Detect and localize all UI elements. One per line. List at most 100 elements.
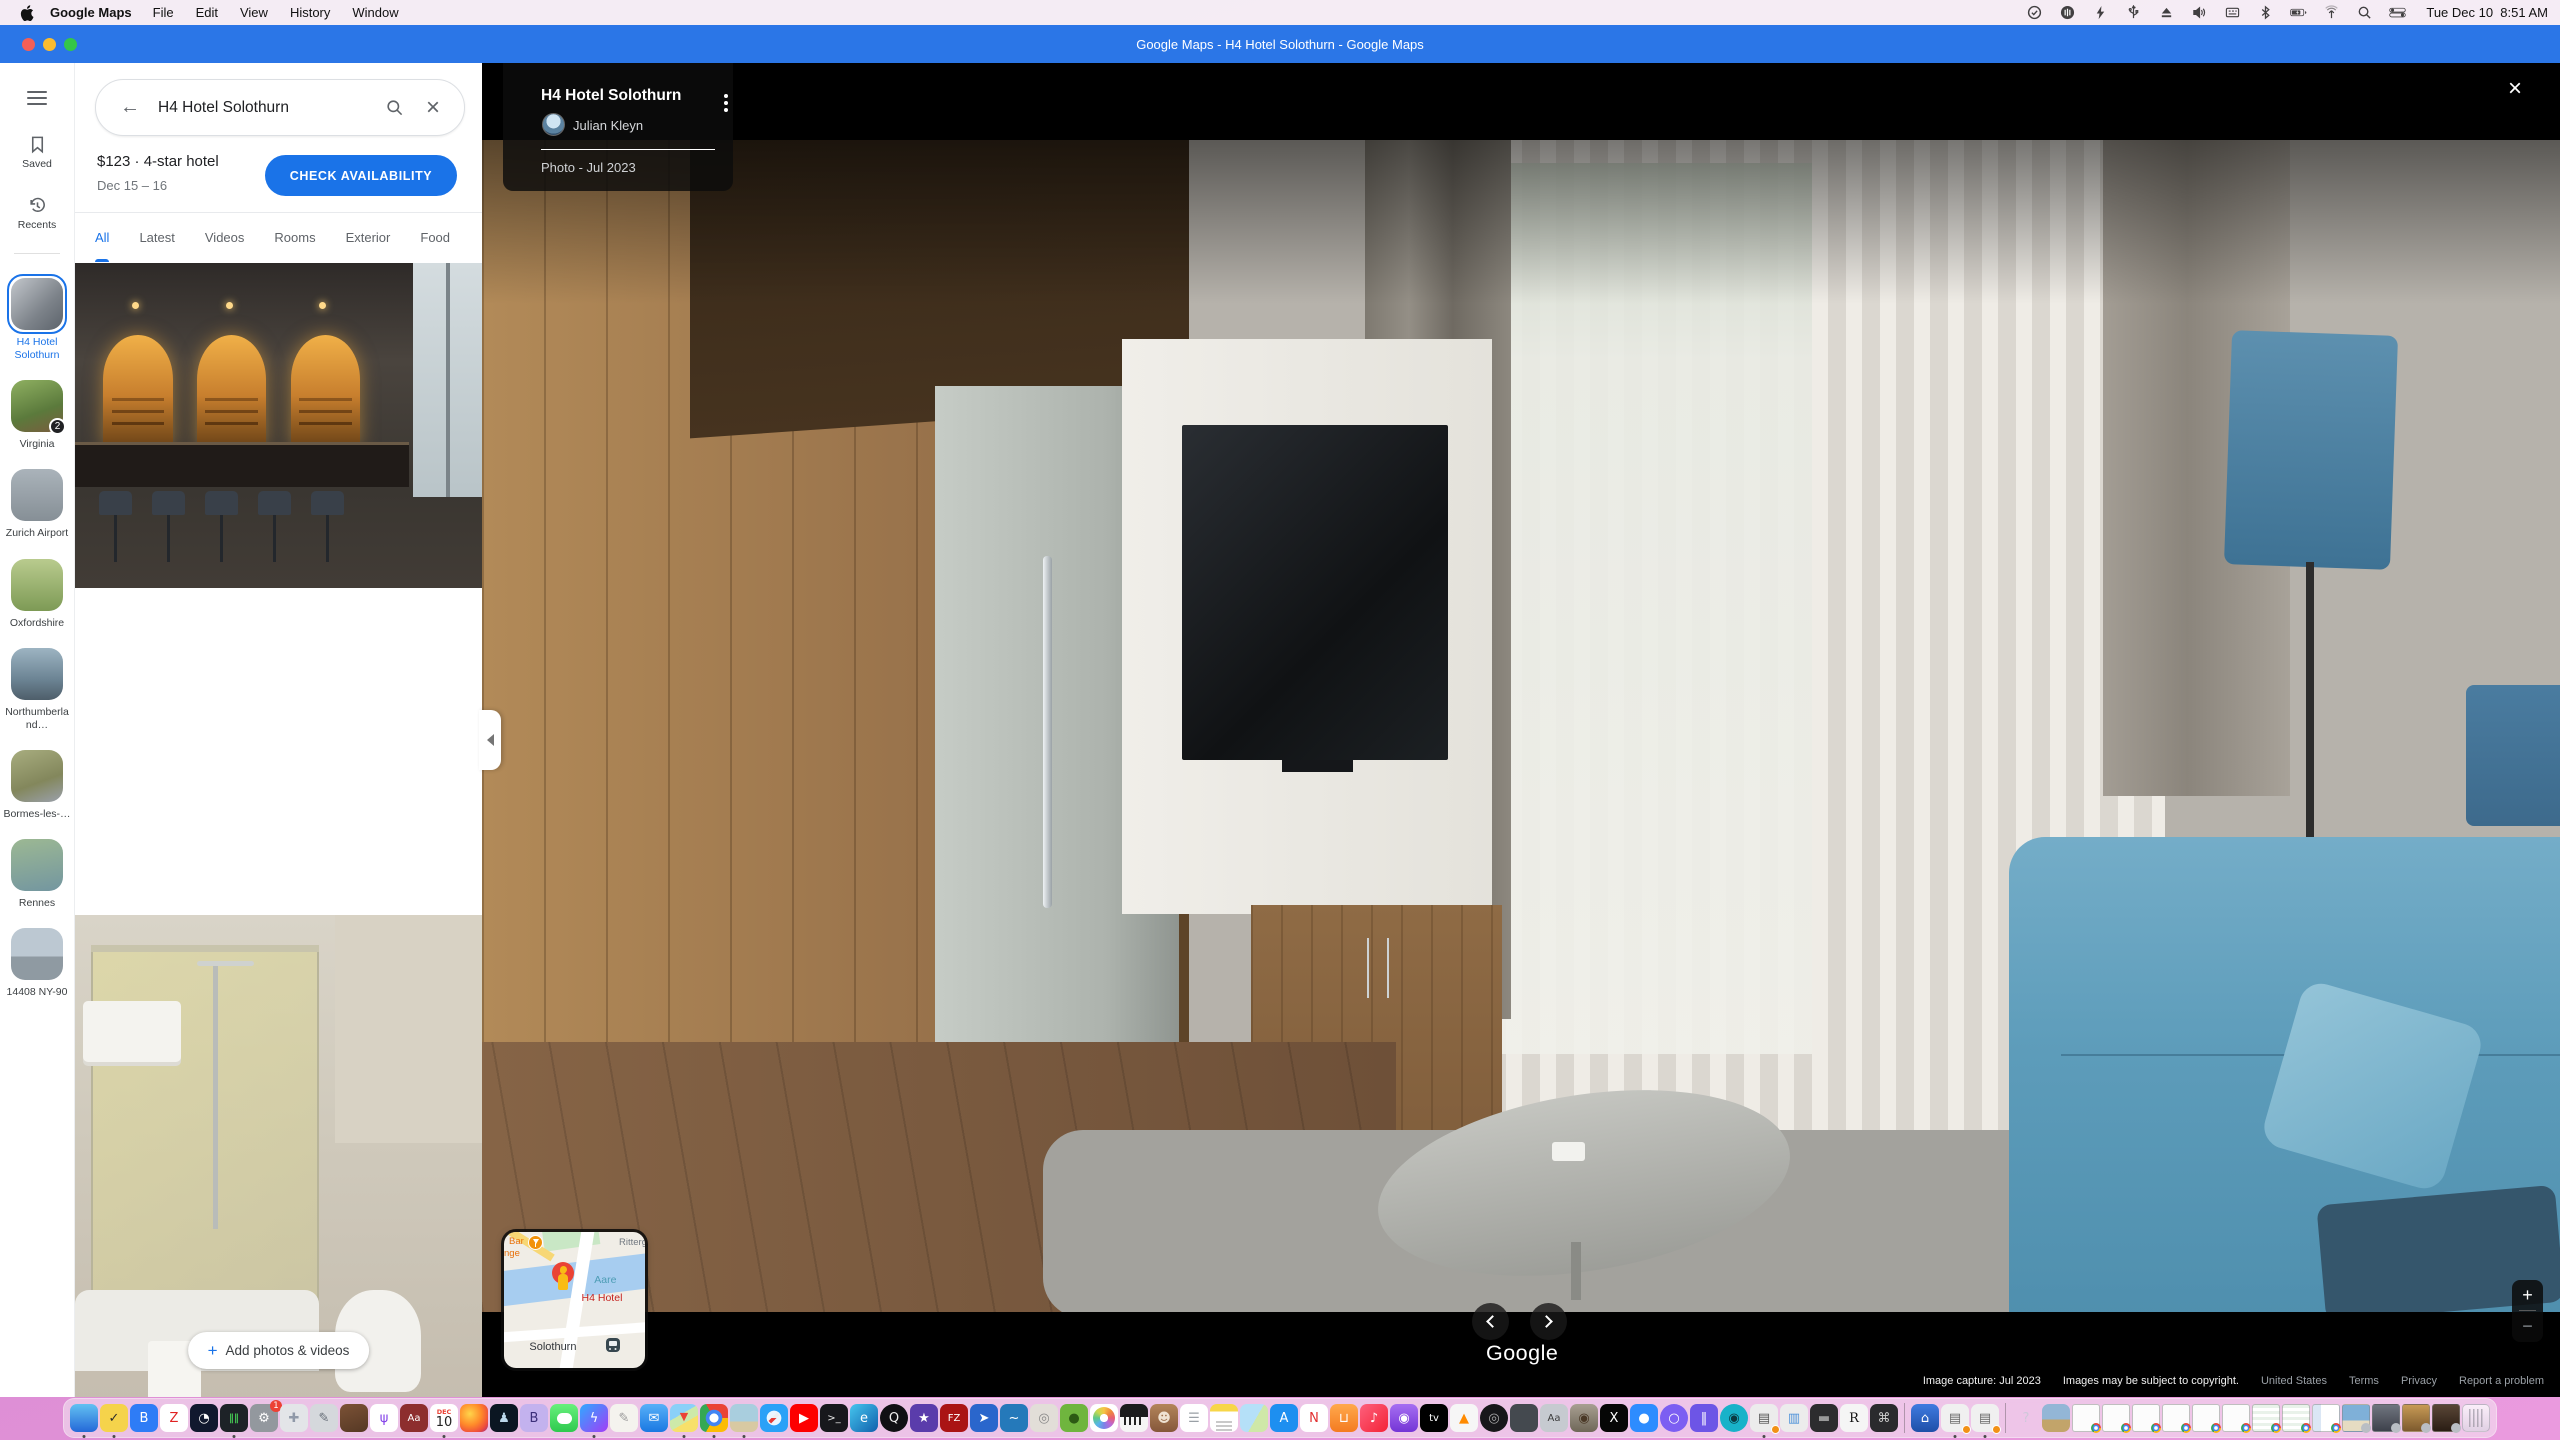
dock-vlc[interactable]: ▲: [1450, 1404, 1478, 1432]
dock-quicktime[interactable]: Q: [880, 1404, 908, 1432]
tab-latest[interactable]: Latest: [139, 213, 174, 262]
next-photo-button[interactable]: [1530, 1303, 1567, 1340]
dock-webcam-app[interactable]: ◉: [1720, 1404, 1748, 1432]
menu-window[interactable]: Window: [352, 5, 398, 20]
dock-usb-utility[interactable]: ψ: [370, 1404, 398, 1432]
dock-x-app[interactable]: X: [1600, 1404, 1628, 1432]
menu-file[interactable]: File: [153, 5, 174, 20]
dock-piano-app[interactable]: [1120, 1404, 1148, 1432]
dock-r-app[interactable]: R: [1840, 1404, 1868, 1432]
dock-chrome[interactable]: [700, 1404, 728, 1432]
dock-safari[interactable]: [760, 1404, 788, 1432]
eject-icon[interactable]: [2158, 4, 2175, 21]
dock-books[interactable]: ⊔: [1330, 1404, 1358, 1432]
search-box[interactable]: ← H4 Hotel Solothurn ×: [95, 79, 465, 136]
dock-image-window-people[interactable]: [2372, 1404, 2400, 1432]
dock-calendar[interactable]: DEC10: [430, 1404, 458, 1432]
dock-messages[interactable]: [550, 1404, 578, 1432]
recent-place-oxfordshire[interactable]: Oxfordshire: [1, 555, 73, 630]
wireless-icon[interactable]: [2323, 4, 2340, 21]
tab-food[interactable]: Food: [420, 213, 450, 262]
footer-link-report-a-problem[interactable]: Report a problem: [2459, 1375, 2544, 1387]
dock-bbedit[interactable]: B: [520, 1404, 548, 1432]
check-availability-button[interactable]: CHECK AVAILABILITY: [265, 155, 457, 196]
dock-gimp[interactable]: ◉: [1570, 1404, 1598, 1432]
search-icon[interactable]: [385, 98, 404, 117]
dock-speed-gauge-app[interactable]: ◔: [190, 1404, 218, 1432]
spotlight-icon[interactable]: [2356, 4, 2373, 21]
recents-button[interactable]: Recents: [18, 196, 57, 231]
dock-leather-utility[interactable]: [340, 1404, 368, 1432]
back-arrow-icon[interactable]: ←: [120, 96, 140, 119]
dock-filezilla[interactable]: FZ: [940, 1404, 968, 1432]
menu-app-name[interactable]: Google Maps: [50, 5, 132, 20]
equalizer-circle-icon[interactable]: [2059, 4, 2076, 21]
recent-place-rennes[interactable]: Rennes: [1, 835, 73, 910]
dock-sheet-window-1[interactable]: [2252, 1404, 2280, 1432]
dock-printer-a[interactable]: ▤: [1750, 1404, 1778, 1432]
tab-rooms[interactable]: Rooms: [274, 213, 315, 262]
footer-link-united-states[interactable]: United States: [2261, 1375, 2327, 1387]
dock-openoffice[interactable]: ~: [1000, 1404, 1028, 1432]
dock-notes[interactable]: [1210, 1404, 1238, 1432]
dock-chrome-window-4[interactable]: [2162, 1404, 2190, 1432]
dock-system-settings[interactable]: ⚙1: [250, 1404, 278, 1432]
thumbnail-bathroom-photo[interactable]: [75, 915, 482, 1397]
dock-todo-check-app[interactable]: ✓: [100, 1404, 128, 1432]
dock-chrome-window-2[interactable]: [2102, 1404, 2130, 1432]
flash-icon[interactable]: [2092, 4, 2109, 21]
dock-font-red-app[interactable]: Aa: [400, 1404, 428, 1432]
saved-button[interactable]: Saved: [22, 135, 52, 170]
dock-fonts-app[interactable]: Aa: [1540, 1404, 1568, 1432]
dock-app-store[interactable]: A: [1270, 1404, 1298, 1432]
dock-trash[interactable]: [2462, 1404, 2490, 1432]
recent-place-h4-hotel-solothurn[interactable]: H4 Hotel Solothurn: [1, 274, 73, 362]
dock-print-center[interactable]: ▥: [1780, 1404, 1808, 1432]
dock-mail[interactable]: ✉: [640, 1404, 668, 1432]
close-viewer-icon[interactable]: ×: [2508, 77, 2522, 101]
dock-chrome-window-3[interactable]: [2132, 1404, 2160, 1432]
dock-apple-tv[interactable]: tv: [1420, 1404, 1448, 1432]
minimap[interactable]: Bar nge Ritterg Aare H4 Hotel Solothurn: [504, 1232, 645, 1368]
dock-edge[interactable]: e: [850, 1404, 878, 1432]
dock-scanner-app[interactable]: ▬: [1810, 1404, 1838, 1432]
control-center-icon[interactable]: [2389, 4, 2406, 21]
dock-media-gallery[interactable]: [730, 1404, 758, 1432]
tab-videos[interactable]: Videos: [205, 213, 245, 262]
dock-chrome-window-6[interactable]: [2222, 1404, 2250, 1432]
minimize-window-button[interactable]: [43, 38, 56, 51]
dock-contacts[interactable]: ☻: [1150, 1404, 1178, 1432]
dock-music[interactable]: ♪: [1360, 1404, 1388, 1432]
recent-place-virginia[interactable]: 2Virginia: [1, 376, 73, 451]
dock-diagnostics-app[interactable]: ✚: [280, 1404, 308, 1432]
dock-terminal[interactable]: >_: [820, 1404, 848, 1432]
sync-check-icon[interactable]: [2026, 4, 2043, 21]
menu-history[interactable]: History: [290, 5, 330, 20]
main-photo[interactable]: [482, 140, 2560, 1312]
dock-youtube[interactable]: ▶: [790, 1404, 818, 1432]
char-viewer-icon[interactable]: [2224, 4, 2241, 21]
dock-image-window-frame[interactable]: [2402, 1404, 2430, 1432]
dock-printer-c[interactable]: ▤: [1971, 1404, 1999, 1432]
usb-icon[interactable]: [2125, 4, 2142, 21]
dock-star-app[interactable]: ★: [910, 1404, 938, 1432]
dock-draft-app[interactable]: ✎: [610, 1404, 638, 1432]
dock-photos[interactable]: [1090, 1404, 1118, 1432]
dock-wing-app[interactable]: ➤: [970, 1404, 998, 1432]
close-window-button[interactable]: [22, 38, 35, 51]
recent-place-bormes-les-[interactable]: Bormes-les-…: [1, 746, 73, 821]
dock-disk-utility[interactable]: ✎: [310, 1404, 338, 1432]
zoom-window-button[interactable]: [64, 38, 77, 51]
dock-reminders[interactable]: ☰: [1180, 1404, 1208, 1432]
recent-place-northumberland-[interactable]: Northumberland…: [1, 644, 73, 732]
zoom-in-button[interactable]: +: [2522, 1280, 2533, 1310]
footer-link-terms[interactable]: Terms: [2349, 1375, 2379, 1387]
dock-keychain-app[interactable]: ⌘: [1870, 1404, 1898, 1432]
dock-doc-window[interactable]: [2312, 1404, 2340, 1432]
dock-missing-app[interactable]: ?: [2012, 1404, 2040, 1432]
dock-zoom-app[interactable]: ●: [1630, 1404, 1658, 1432]
dock-apple-maps[interactable]: [1240, 1404, 1268, 1432]
dock-home-app[interactable]: ⌂: [1911, 1404, 1939, 1432]
photo-author[interactable]: Julian Kleyn: [573, 118, 643, 133]
dock-loop-app[interactable]: ○: [1660, 1404, 1688, 1432]
